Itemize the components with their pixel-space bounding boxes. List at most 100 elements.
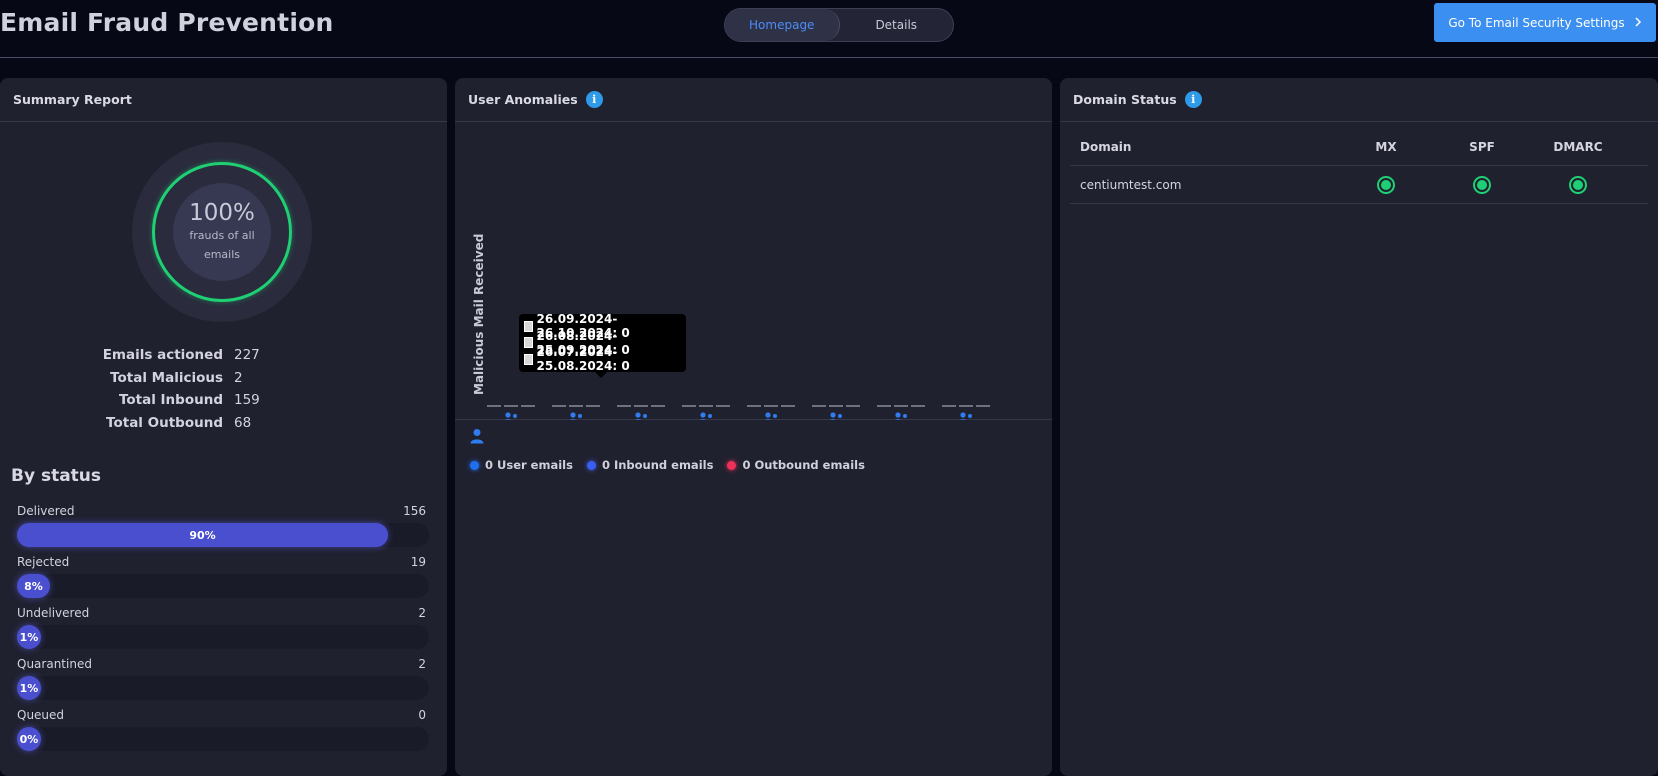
stat-label: Emails actioned: [102, 347, 223, 364]
summary-report-panel: Summary Report 100% frauds of all emails…: [0, 78, 447, 776]
tab-homepage[interactable]: Homepage: [725, 9, 840, 41]
users-icon[interactable]: [633, 412, 650, 423]
stat-value: 68: [234, 414, 252, 431]
domain-name: centiumtest.com: [1080, 177, 1182, 192]
view-tabs: Homepage Details: [724, 8, 954, 42]
users-icon[interactable]: [893, 412, 910, 423]
spf-status: [1434, 175, 1530, 194]
status-count: 2: [418, 606, 426, 620]
user-anomalies-panel: User Anomalies i: [455, 78, 1052, 776]
stat-row: Total Outbound 68: [0, 412, 447, 435]
chart-tooltip: 26.09.2024-26.10.2024: 0 26.08.2024-25.0…: [519, 312, 686, 378]
legend-item-outbound[interactable]: 0 Outbound emails: [727, 458, 865, 472]
users-icon[interactable]: [958, 412, 975, 423]
tooltip-swatch: [524, 320, 534, 332]
stat-label: Total Outbound: [106, 414, 223, 431]
panel-title: Summary Report: [0, 78, 447, 122]
status-bar-track: 90%: [17, 523, 429, 547]
users-icon[interactable]: [568, 412, 585, 423]
fraud-donut: 100% frauds of all emails: [132, 142, 312, 322]
status-count: 19: [410, 555, 426, 569]
tooltip-swatch: [524, 353, 534, 365]
panel-title: Domain Status: [1073, 92, 1177, 107]
status-bar-track: 0%: [17, 727, 429, 751]
legend-label: 0 User emails: [485, 458, 573, 472]
column-header-spf: SPF: [1469, 139, 1495, 154]
status-item: Delivered 156 90%: [17, 504, 430, 547]
stat-label: Total Malicious: [110, 369, 223, 386]
status-bar-track: 1%: [17, 676, 429, 700]
users-icon[interactable]: [763, 412, 780, 423]
mx-status: [1338, 175, 1434, 194]
by-status-heading: By status: [11, 466, 102, 486]
status-label: Delivered: [17, 504, 75, 518]
anomalies-chart: [455, 124, 1052, 423]
status-bar-fill: 1%: [17, 676, 41, 700]
status-bar-fill: 0%: [17, 727, 41, 751]
legend-label: 0 Inbound emails: [601, 458, 714, 472]
domain-status-panel: Domain Status i Domain MX SPF DMARC cent…: [1060, 78, 1658, 776]
table-header-row: Domain MX SPF DMARC: [1070, 128, 1648, 166]
status-bar-fill: 1%: [17, 625, 41, 649]
panel-header: User Anomalies i: [455, 78, 1052, 122]
status-bar-fill: 8%: [17, 574, 50, 598]
tooltip-swatch: [524, 337, 534, 349]
legend-item-inbound[interactable]: 0 Inbound emails: [586, 458, 714, 472]
donut-caption: frauds of all emails: [189, 229, 255, 261]
status-row: Delivered 156: [17, 504, 430, 518]
summary-stats: Emails actioned 227 Total Malicious 2 To…: [0, 344, 447, 434]
top-bar: Email Fraud Prevention Homepage Details …: [0, 0, 1658, 58]
status-item: Queued 0 0%: [17, 708, 430, 751]
status-count: 156: [403, 504, 426, 518]
status-row: Undelivered 2: [17, 606, 430, 620]
stat-label: Total Inbound: [118, 392, 223, 409]
legend-dot: [727, 460, 737, 470]
legend-label: 0 Outbound emails: [742, 458, 865, 472]
stat-value: 2: [234, 369, 243, 386]
settings-button-label: Go To Email Security Settings: [1448, 15, 1625, 30]
stat-row: Emails actioned 227: [0, 344, 447, 367]
users-icon[interactable]: [828, 412, 845, 423]
tab-details[interactable]: Details: [840, 9, 954, 41]
status-ok-icon: [1377, 175, 1395, 194]
y-axis-label: Malicious Mail Received: [472, 233, 486, 395]
status-item: Quarantined 2 1%: [17, 657, 430, 700]
status-count: 0: [418, 708, 426, 722]
stat-value: 159: [234, 392, 260, 409]
status-bar-track: 8%: [17, 574, 429, 598]
legend-item-user[interactable]: 0 User emails: [470, 458, 573, 472]
user-icon: [470, 428, 484, 448]
status-label: Queued: [17, 708, 65, 722]
stat-row: Total Malicious 2: [0, 367, 447, 390]
page-title: Email Fraud Prevention: [0, 8, 334, 37]
users-icon[interactable]: [503, 412, 520, 423]
legend-dot: [470, 460, 479, 470]
users-icon[interactable]: [698, 412, 715, 423]
status-label: Rejected: [17, 555, 70, 569]
legend-dot: [586, 460, 596, 470]
panel-title: User Anomalies: [468, 92, 578, 107]
info-icon[interactable]: i: [585, 91, 603, 108]
status-label: Quarantined: [17, 657, 92, 671]
anomalies-chart-svg: [487, 405, 990, 423]
status-label: Undelivered: [17, 606, 90, 620]
donut-percent: 100%: [189, 200, 255, 226]
stat-value: 227: [234, 347, 260, 364]
column-header-mx: MX: [1375, 139, 1397, 154]
column-header-dmarc: DMARC: [1553, 139, 1603, 154]
panel-header: Domain Status i: [1060, 78, 1658, 122]
donut-center: 100% frauds of all emails: [173, 183, 271, 281]
status-row: Rejected 19: [17, 555, 430, 569]
tooltip-text: 26.07.2024-25.08.2024: 0: [536, 345, 630, 374]
status-ok-icon: [1569, 175, 1587, 194]
chevron-right-icon: [1634, 16, 1642, 30]
info-icon[interactable]: i: [1184, 91, 1202, 108]
status-bar-fill: 90%: [17, 523, 388, 547]
domain-table: Domain MX SPF DMARC centiumtest.com: [1070, 128, 1648, 204]
table-row[interactable]: centiumtest.com: [1070, 166, 1648, 204]
status-row: Quarantined 2: [17, 657, 430, 671]
status-item: Rejected 19 8%: [17, 555, 430, 598]
stat-row: Total Inbound 159: [0, 389, 447, 412]
email-security-settings-button[interactable]: Go To Email Security Settings: [1434, 3, 1656, 42]
tooltip-row: 26.07.2024-25.08.2024: 0: [524, 345, 681, 373]
